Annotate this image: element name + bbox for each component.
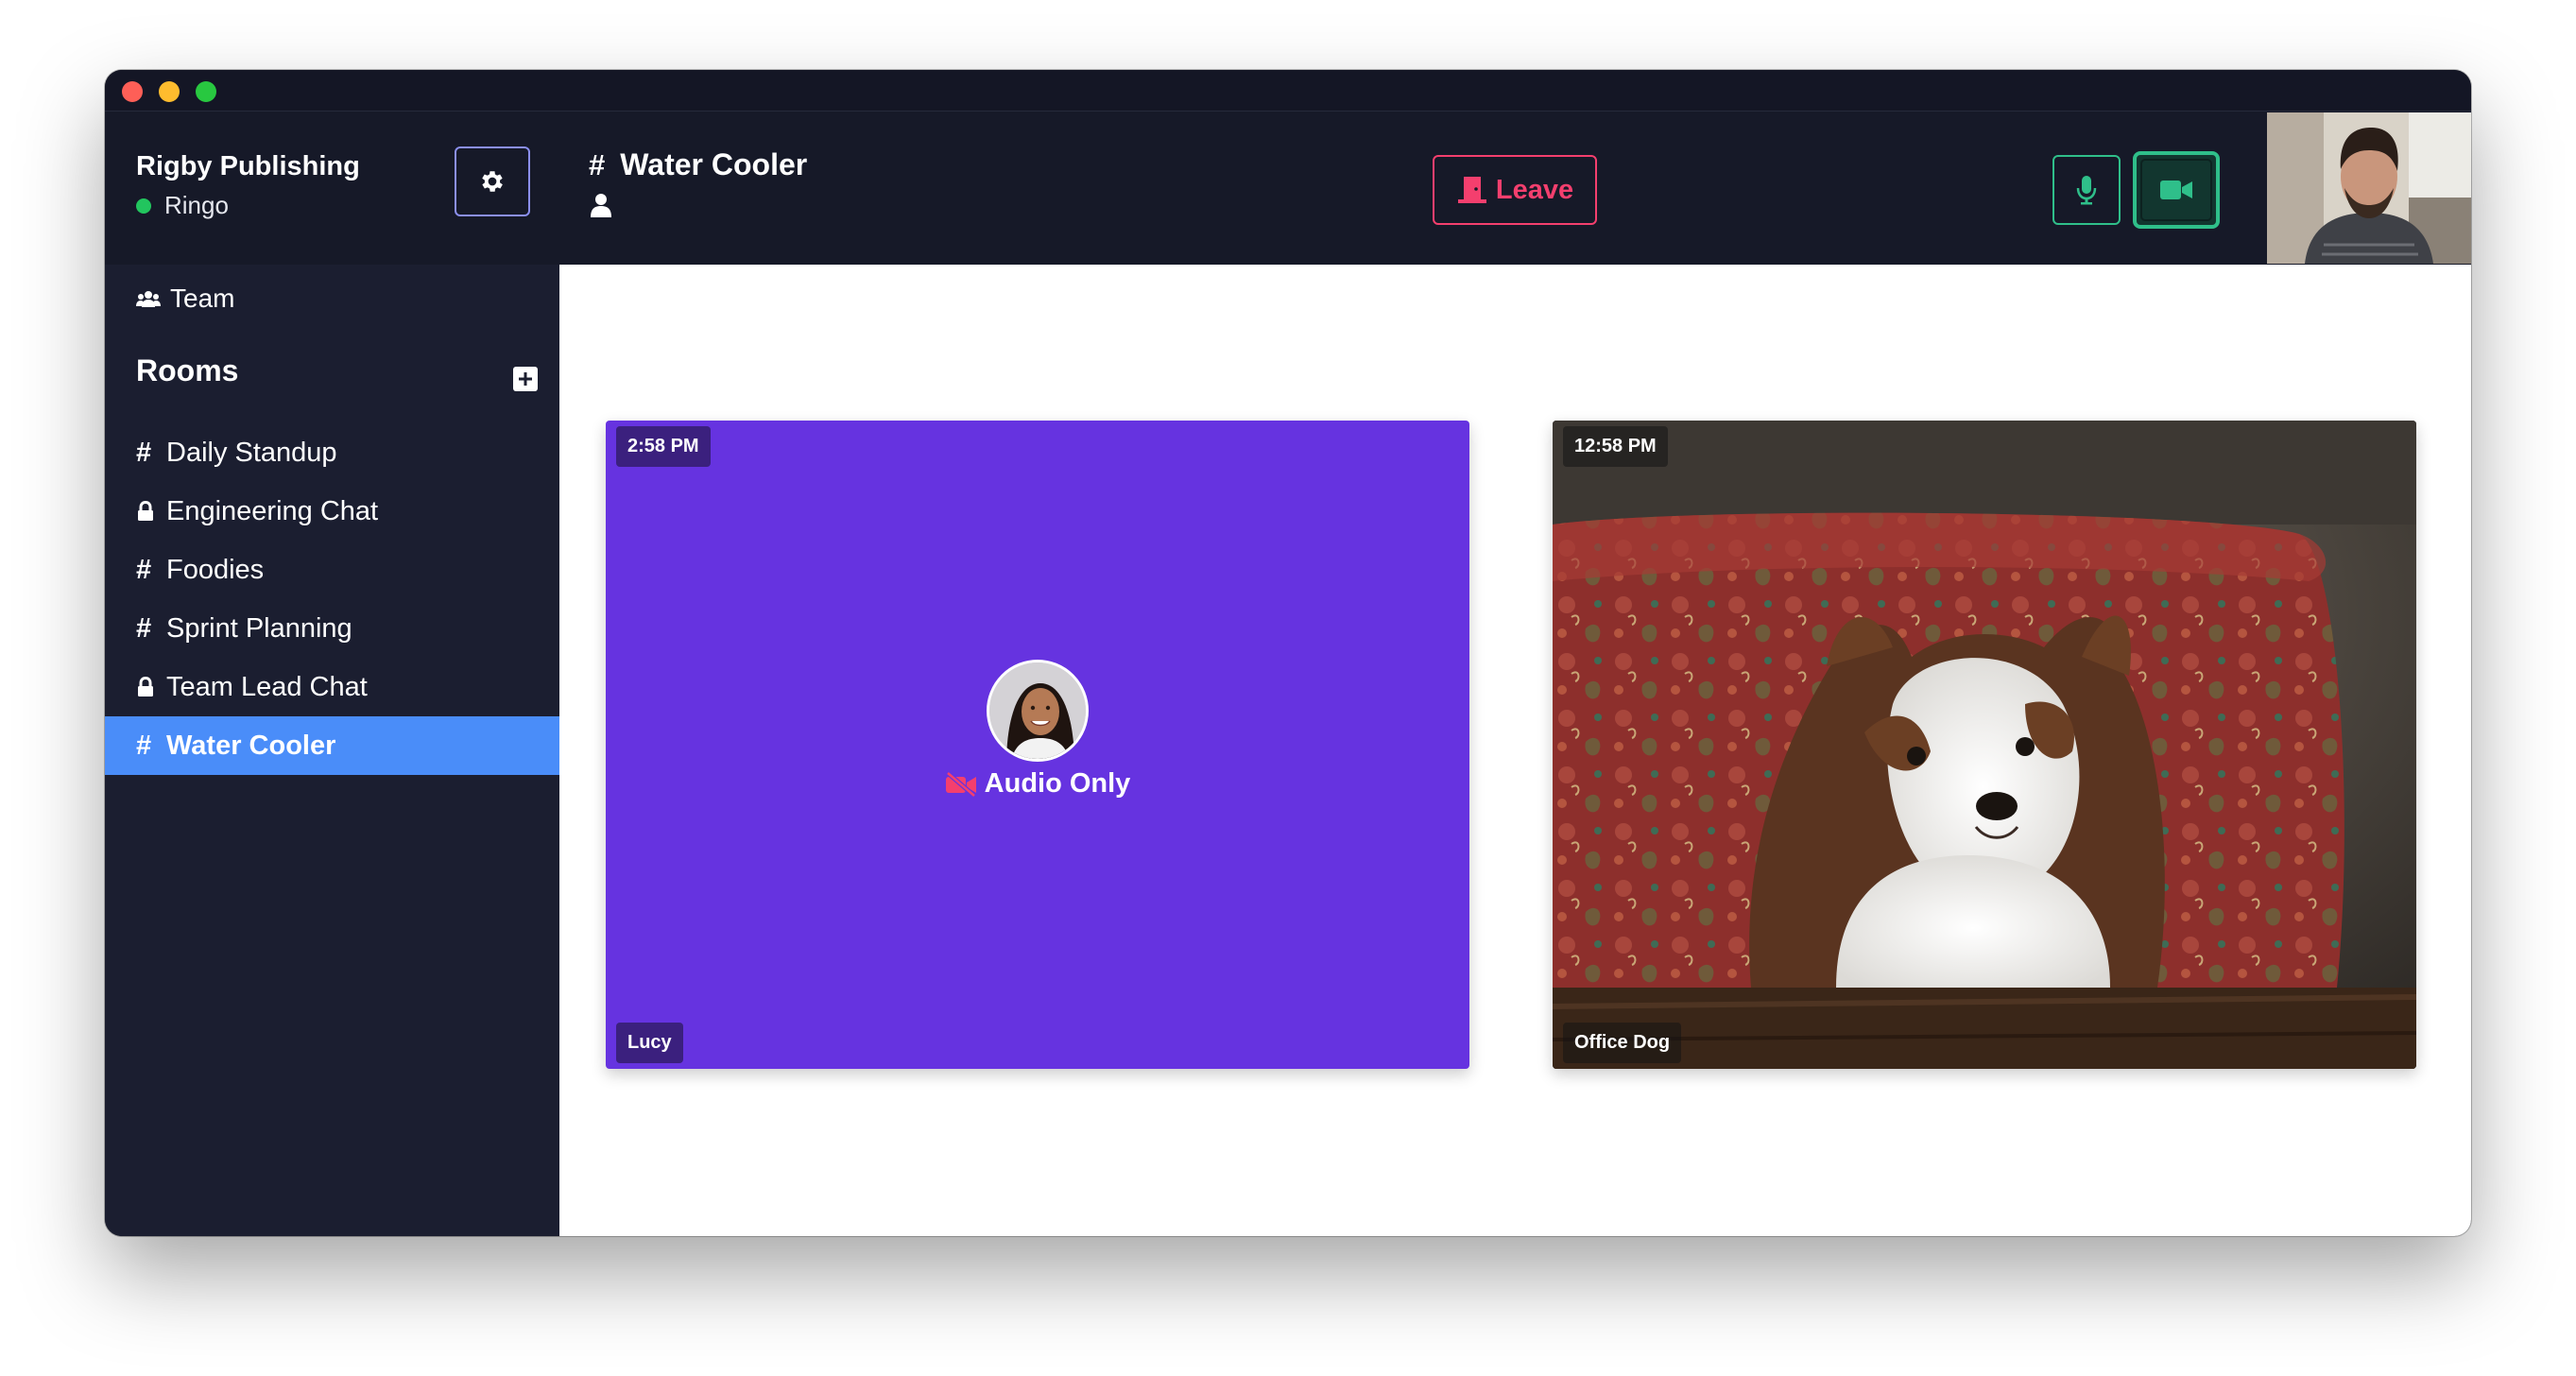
room-item-team-lead-chat[interactable]: Team Lead Chat [105, 658, 559, 716]
room-title: Water Cooler [620, 147, 808, 181]
hash-icon: # [136, 612, 152, 644]
add-room-button[interactable] [513, 367, 538, 391]
workspace-name: Rigby Publishing [136, 151, 360, 181]
self-video-frame [2267, 112, 2471, 264]
current-user: Ringo [136, 191, 229, 220]
door-icon [1457, 177, 1486, 203]
lock-icon [136, 677, 166, 697]
hash-icon: # [136, 437, 152, 468]
audio-only-label: Audio Only [984, 768, 1131, 799]
participants-icon[interactable] [591, 193, 611, 222]
room-name: Sprint Planning [166, 612, 352, 644]
plus-icon [519, 372, 532, 386]
participant-name: Lucy [616, 1023, 683, 1063]
camera-off-icon [945, 771, 976, 797]
team-label: Team [170, 284, 235, 313]
microphone-toggle[interactable] [2052, 155, 2121, 225]
participant-local-time: 2:58 PM [616, 426, 711, 467]
room-name: Water Cooler [166, 730, 336, 761]
self-video-preview [2267, 112, 2471, 264]
leave-button[interactable]: Leave [1433, 155, 1597, 225]
camera-toggle-focus-ring [2140, 159, 2212, 221]
team-link[interactable]: Team [136, 284, 234, 314]
participant-tile-lucy[interactable]: 2:58 PM Audio Only Lucy [606, 421, 1469, 1069]
room-item-water-cooler[interactable]: # Water Cooler [105, 716, 559, 775]
participant-tile-office-dog[interactable]: 12:58 PM Office Dog [1553, 421, 2416, 1069]
user-name: Ringo [164, 191, 229, 219]
participant-name: Office Dog [1563, 1023, 1682, 1063]
room-name: Daily Standup [166, 437, 337, 468]
room-item-daily-standup[interactable]: # Daily Standup [105, 423, 559, 482]
rooms-heading: Rooms [136, 353, 239, 387]
room-item-sprint-planning[interactable]: # Sprint Planning [105, 599, 559, 658]
room-item-foodies[interactable]: # Foodies [105, 541, 559, 599]
room-name: Foodies [166, 554, 265, 585]
online-status-dot [136, 198, 151, 214]
audio-only-indicator: Audio Only [606, 768, 1469, 800]
settings-button[interactable] [455, 146, 530, 216]
camera-toggle[interactable] [2133, 151, 2220, 229]
gear-icon [482, 171, 503, 192]
room-item-engineering-chat[interactable]: Engineering Chat [105, 482, 559, 541]
room-hash-icon: # [589, 147, 606, 181]
room-name: Engineering Chat [166, 495, 379, 526]
hash-icon: # [136, 730, 152, 761]
room-header: # Water Cooler [589, 147, 807, 182]
avatar [987, 660, 1089, 762]
microphone-icon [2076, 176, 2097, 205]
room-name: Team Lead Chat [166, 671, 368, 702]
participant-video-frame [1553, 421, 2416, 1069]
team-icon [136, 291, 161, 307]
hash-icon: # [136, 554, 152, 585]
lock-icon [136, 501, 166, 522]
leave-label: Leave [1495, 174, 1574, 205]
video-camera-icon [2160, 181, 2192, 199]
participant-local-time: 12:58 PM [1563, 426, 1668, 467]
